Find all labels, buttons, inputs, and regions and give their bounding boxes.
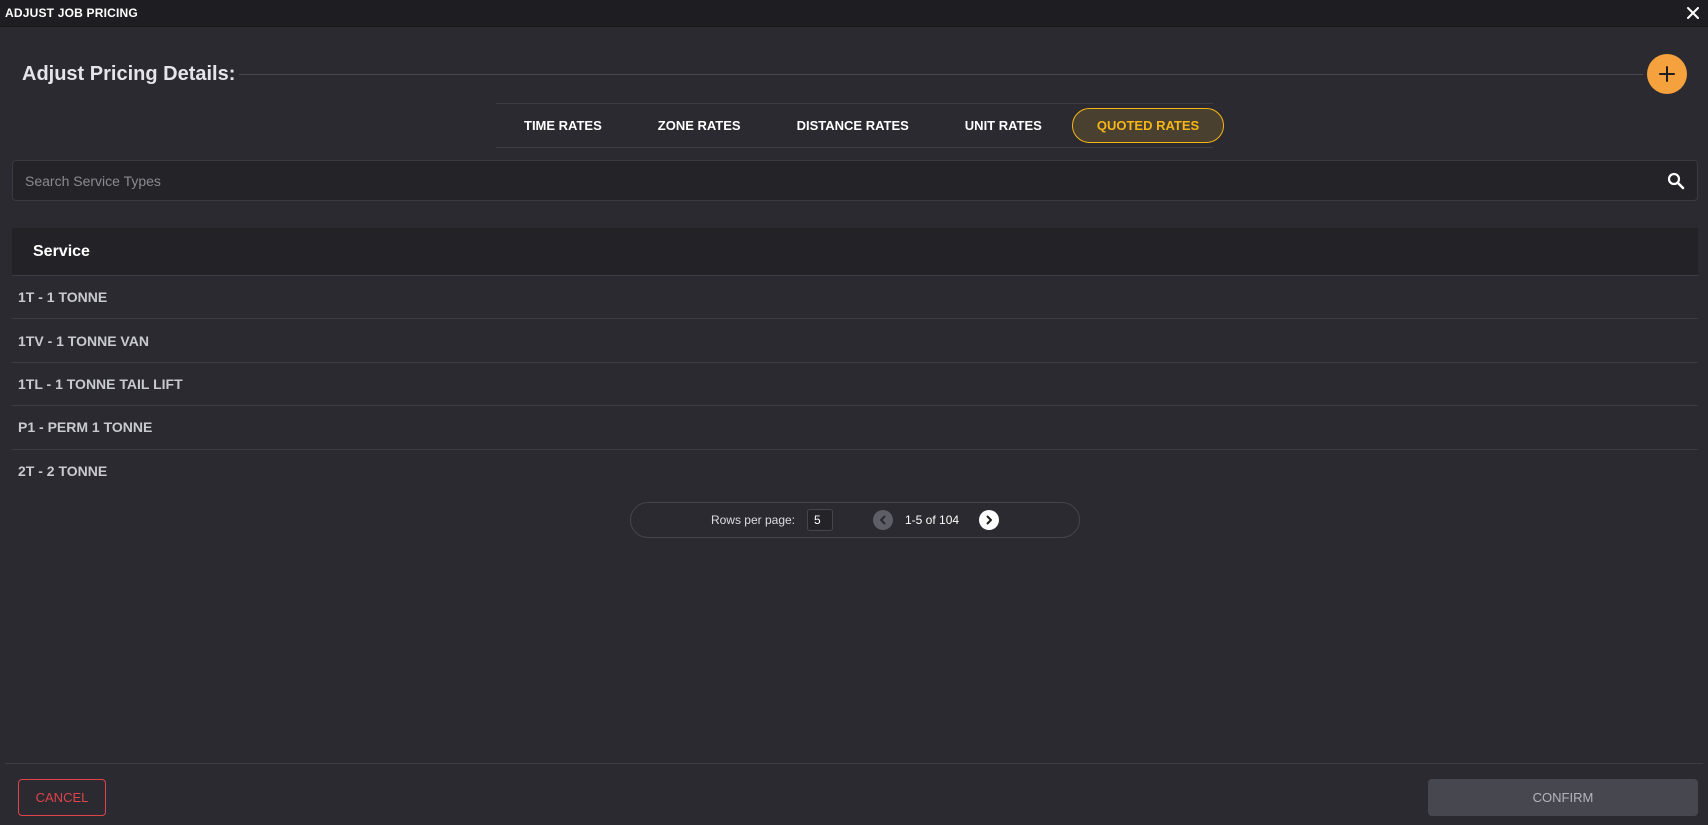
tab-zone-rates[interactable]: ZONE RATES (630, 108, 769, 143)
page-range: 1-5 of 104 (905, 513, 960, 527)
rows-per-page-select[interactable]: 5 (807, 509, 833, 531)
search-bar (12, 160, 1698, 201)
tab-quoted-rates[interactable]: QUOTED RATES (1071, 108, 1225, 143)
chevron-left-icon[interactable] (873, 510, 893, 530)
plus-icon (1659, 66, 1675, 82)
search-input[interactable] (23, 171, 1623, 190)
chevron-right-icon[interactable] (979, 510, 1000, 530)
tab-distance-rates[interactable]: DISTANCE RATES (769, 108, 937, 143)
header-divider (239, 73, 1643, 75)
table-row[interactable]: P1 - PERM 1 TONNE (12, 406, 1698, 450)
table-row[interactable]: 2T - 2 TONNE (12, 450, 1698, 493)
service-table: Service 1T - 1 TONNE 1TV - 1 TONNE VAN 1… (12, 228, 1698, 493)
pagination: Rows per page: 5 1-5 of 104 (630, 502, 1080, 538)
table-row[interactable]: 1TV - 1 TONNE VAN (12, 319, 1698, 363)
window-title: ADJUST JOB PRICING (5, 6, 138, 20)
search-icon[interactable] (1665, 170, 1687, 192)
rate-tabs: TIME RATES ZONE RATES DISTANCE RATES UNI… (496, 103, 1225, 148)
confirm-button[interactable]: CONFIRM (1428, 779, 1698, 816)
close-icon[interactable] (1684, 4, 1702, 22)
footer-bar: CANCEL CONFIRM (5, 763, 1703, 825)
page-title: Adjust Pricing Details: (22, 62, 236, 85)
table-header-service: Service (12, 228, 1698, 276)
tab-time-rates[interactable]: TIME RATES (496, 108, 630, 143)
table-row[interactable]: 1T - 1 TONNE (12, 276, 1698, 320)
cancel-button[interactable]: CANCEL (18, 779, 106, 816)
title-bar: ADJUST JOB PRICING (0, 0, 1708, 27)
tab-unit-rates[interactable]: UNIT RATES (937, 108, 1070, 143)
add-button[interactable] (1647, 54, 1687, 94)
rows-per-page-label: Rows per page: (710, 513, 795, 527)
table-row[interactable]: 1TL - 1 TONNE TAIL LIFT (12, 363, 1698, 407)
page-header: Adjust Pricing Details: (22, 54, 1687, 94)
